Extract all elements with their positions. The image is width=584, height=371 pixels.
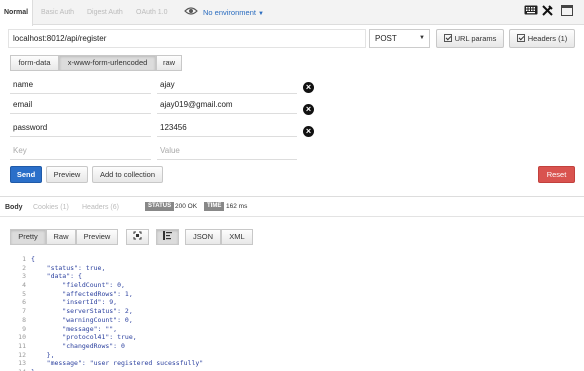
line-number: 1 (22, 255, 26, 263)
view-pretty[interactable]: Pretty (10, 229, 46, 245)
code-line: 3 "data": { (10, 272, 570, 281)
code-text: }, (31, 350, 55, 359)
wrap-lines-icon (163, 231, 172, 241)
code-text: "serverStatus": 2, (31, 307, 133, 316)
response-tabs-divider (0, 216, 584, 217)
code-text: "message": "", (31, 324, 118, 333)
line-number: 2 (22, 263, 26, 272)
line-number: 13 (18, 359, 26, 368)
headers-button[interactable]: Headers (1) (509, 29, 575, 48)
section-divider (0, 196, 584, 197)
line-number: 11 (18, 341, 26, 350)
checkbox-icon (516, 34, 525, 42)
status-badge: STATUS (145, 202, 175, 211)
line-number: 12 (18, 350, 26, 359)
line-number: 3 (22, 272, 26, 281)
tab-raw[interactable]: raw (156, 55, 182, 71)
time-value: 162 ms (226, 203, 248, 210)
eye-icon[interactable] (184, 6, 198, 18)
fullscreen-icon (133, 231, 142, 241)
code-text: "changedRows": 0 (31, 341, 125, 350)
param-value-name[interactable]: ajay (157, 78, 297, 94)
tab-response-cookies[interactable]: Cookies (1) (33, 200, 69, 216)
line-number: 8 (22, 315, 26, 324)
keyboard-icon[interactable] (524, 5, 538, 17)
code-text: "message": "user registered sucessfully" (31, 359, 204, 368)
chevron-down-icon: ▼ (419, 35, 425, 41)
url-params-button[interactable]: URL params (436, 29, 504, 48)
tab-digest-auth[interactable]: Digest Auth (83, 0, 127, 25)
reset-button[interactable]: Reset (538, 166, 575, 183)
url-params-label: URL params (454, 34, 497, 43)
line-number: 4 (22, 281, 26, 290)
code-line: 13 "message": "user registered sucessful… (10, 359, 570, 368)
param-key-input[interactable]: Key (10, 144, 151, 160)
delete-param-icon[interactable]: × (303, 126, 314, 137)
code-line: 12 }, (10, 351, 570, 360)
param-value-input[interactable]: Value (157, 144, 297, 160)
method-value: POST (375, 34, 397, 43)
param-value-email[interactable]: ajay019@gmail.com (157, 98, 297, 114)
tab-form-data[interactable]: form-data (10, 55, 59, 71)
tab-basic-auth[interactable]: Basic Auth (37, 0, 78, 25)
code-text: "status": true, (31, 263, 106, 272)
param-key-email[interactable]: email (10, 98, 151, 114)
tab-response-headers[interactable]: Headers (6) (82, 200, 119, 216)
wrap-toggle-button[interactable] (156, 229, 179, 245)
environment-selector[interactable]: No environment ▼ (203, 0, 264, 25)
method-select[interactable]: POST ▼ (369, 29, 430, 48)
code-text: "data": { (31, 272, 82, 281)
status-value: 200 OK (175, 203, 198, 210)
delete-param-icon[interactable]: × (303, 104, 314, 115)
view-preview[interactable]: Preview (76, 229, 118, 245)
line-number: 9 (22, 324, 26, 333)
code-text: "protocol41": true, (31, 333, 137, 342)
view-raw[interactable]: Raw (46, 229, 76, 245)
preview-button[interactable]: Preview (46, 166, 88, 183)
param-key-name[interactable]: name (10, 78, 151, 94)
environment-label: No environment (203, 8, 256, 17)
checkbox-icon (443, 34, 452, 42)
line-number: 6 (22, 298, 26, 307)
chevron-down-icon: ▼ (258, 11, 264, 17)
add-to-collection-button[interactable]: Add to collection (92, 166, 163, 183)
line-number: 7 (22, 307, 26, 316)
code-text: "affectedRows": 1, (31, 289, 133, 298)
line-number: 10 (18, 333, 26, 342)
format-xml[interactable]: XML (221, 229, 253, 245)
code-text: "warningCount": 0, (31, 315, 133, 324)
code-line: 7 "serverStatus": 2, (10, 307, 570, 316)
code-line: 5 "affectedRows": 1, (10, 290, 570, 299)
param-key-password[interactable]: password (10, 121, 151, 137)
auth-bar: Normal Basic Auth Digest Auth OAuth 1.0 … (0, 0, 584, 26)
code-line: 6 "insertId": 9, (10, 298, 570, 307)
line-number: 5 (22, 289, 26, 298)
code-line: 10 "protocol41": true, (10, 333, 570, 342)
delete-param-icon[interactable]: × (303, 82, 314, 93)
code-text: "insertId": 9, (31, 298, 118, 307)
param-value-password[interactable]: 123456 (157, 121, 297, 137)
tab-oauth[interactable]: OAuth 1.0 (132, 0, 172, 25)
url-input[interactable]: localhost:8012/api/register (8, 29, 366, 48)
maximize-icon[interactable] (561, 5, 573, 18)
headers-label: Headers (1) (527, 34, 568, 43)
code-line: 11 "changedRows": 0 (10, 342, 570, 351)
code-line: 1{ (10, 255, 570, 264)
tab-normal[interactable]: Normal (0, 0, 34, 26)
code-text: "fieldCount": 0, (31, 281, 125, 290)
tab-x-www-form-urlencoded[interactable]: x-www-form-urlencoded (59, 55, 156, 71)
code-line: 2 "status": true, (10, 264, 570, 273)
settings-wrench-icon[interactable] (542, 5, 553, 18)
code-line: 8 "warningCount": 0, (10, 316, 570, 325)
response-body: 1{2 "status": true, 3 "data": {4 "fieldCo… (10, 255, 570, 371)
format-json[interactable]: JSON (185, 229, 221, 245)
time-badge: TIME (204, 202, 225, 211)
code-line: 4 "fieldCount": 0, (10, 281, 570, 290)
fullscreen-button[interactable] (126, 229, 149, 245)
code-line: 9 "message": "", (10, 325, 570, 334)
send-button[interactable]: Send (10, 166, 42, 183)
code-text: { (31, 255, 35, 263)
tab-response-body[interactable]: Body (5, 200, 23, 216)
